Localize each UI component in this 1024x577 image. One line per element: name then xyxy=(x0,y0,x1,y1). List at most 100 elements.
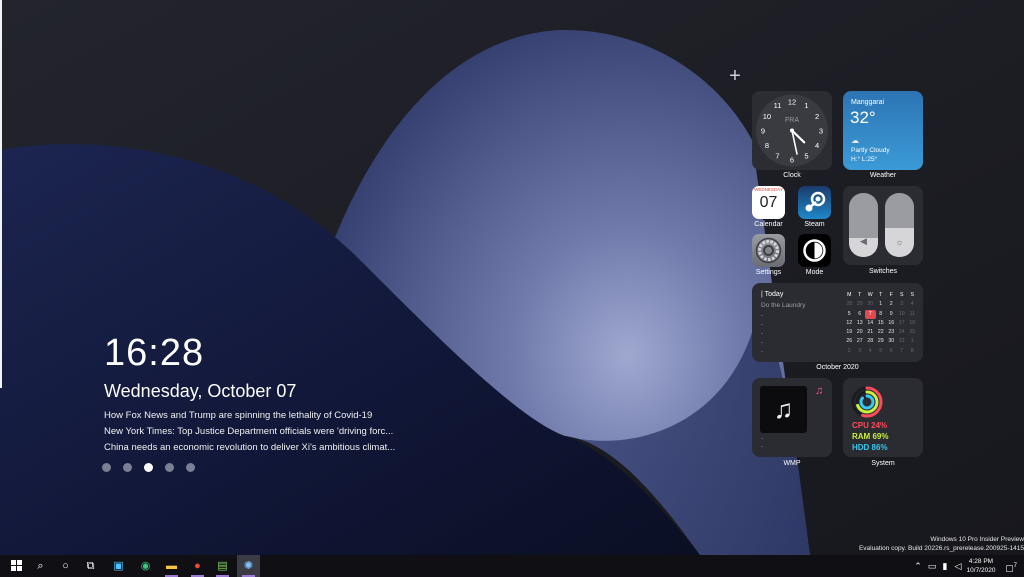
calendar-day-cell[interactable]: 8 xyxy=(876,310,887,319)
calendar-day-cell[interactable]: 20 xyxy=(855,328,866,337)
calendar-day-cell[interactable]: 1 xyxy=(907,337,918,346)
calendar-day-cell[interactable]: 30 xyxy=(865,300,876,309)
calendar-day-cell[interactable]: 14 xyxy=(865,319,876,328)
calendar-empty-slot: - xyxy=(761,349,763,355)
page-dot-active[interactable] xyxy=(144,463,153,472)
calendar-day-cell[interactable]: 23 xyxy=(886,328,897,337)
cortana-button[interactable]: ○ xyxy=(54,555,77,577)
tray-app-icon[interactable]: ▭ xyxy=(926,555,938,577)
weekday-header: T xyxy=(858,292,862,298)
calendar-day-cell[interactable]: 3 xyxy=(897,300,908,309)
calendar-day-cell[interactable]: 2 xyxy=(886,300,897,309)
speaker-icon: ◀ xyxy=(860,236,867,246)
music-app-icon: ♫ xyxy=(815,385,824,397)
brightness-slider[interactable]: ☼ xyxy=(885,193,914,257)
news-headline[interactable]: How Fox News and Trump are spinning the … xyxy=(104,410,372,421)
calendar-day-cell[interactable]: 5 xyxy=(876,347,887,356)
clock-widget[interactable]: 12 1 2 3 4 5 6 7 8 9 10 11 FRA xyxy=(752,91,832,170)
calendar-day-cell[interactable]: 28 xyxy=(844,300,855,309)
calendar-day-cell[interactable]: 10 xyxy=(897,310,908,319)
calendar-day-cell[interactable]: 4 xyxy=(865,347,876,356)
notification-count: 7 xyxy=(1013,563,1017,569)
clock-numeral: 3 xyxy=(819,126,823,135)
calendar-today-cell[interactable]: 7 xyxy=(865,309,876,319)
calendar-day-cell[interactable]: 31 xyxy=(897,337,908,346)
calendar-day-cell[interactable]: 12 xyxy=(844,319,855,328)
weather-label: Weather xyxy=(869,172,897,179)
calendar-day-cell[interactable]: 18 xyxy=(907,319,918,328)
page-dot[interactable] xyxy=(123,463,132,472)
news-headline[interactable]: China needs an economic revolution to de… xyxy=(104,442,395,453)
settings-app-icon[interactable] xyxy=(752,234,785,267)
add-widget-button[interactable]: + xyxy=(726,66,744,86)
page-dot[interactable] xyxy=(186,463,195,472)
calendar-day-cell[interactable]: 28 xyxy=(865,337,876,346)
calendar-day-cell[interactable]: 24 xyxy=(897,328,908,337)
calendar-day-cell[interactable]: 25 xyxy=(907,328,918,337)
start-button[interactable] xyxy=(5,555,28,577)
widget-app-taskbar-item[interactable]: ✺ xyxy=(237,555,260,577)
steam-icon xyxy=(805,191,826,212)
calendar-day-cell[interactable]: 4 xyxy=(907,300,918,309)
calendar-day-cell[interactable]: 7 xyxy=(897,347,908,356)
volume-slider[interactable]: ◀ xyxy=(849,193,878,257)
calendar-day-cell[interactable]: 21 xyxy=(865,328,876,337)
clock-numeral: 5 xyxy=(804,151,808,160)
calendar-day-cell[interactable]: 2 xyxy=(844,347,855,356)
steam-app-icon[interactable] xyxy=(798,186,831,219)
page-dot[interactable] xyxy=(165,463,174,472)
settings-app-label: Settings xyxy=(755,269,782,276)
calendar-day-cell[interactable]: 22 xyxy=(876,328,887,337)
calendar-day-cell[interactable]: 9 xyxy=(886,310,897,319)
big-date: Wednesday, October 07 xyxy=(104,381,297,401)
hdd-usage: HDD 86% xyxy=(852,443,888,452)
weather-city: Manggarai xyxy=(851,99,885,106)
clock-numeral: 11 xyxy=(774,101,782,110)
calendar-day-cell[interactable]: 13 xyxy=(855,319,866,328)
calendar-app-icon[interactable]: WEDNESDAY 07 xyxy=(752,186,785,219)
display-icon: ▭ xyxy=(927,561,937,571)
system-label: System xyxy=(871,460,895,467)
calendar-day-cell[interactable]: 6 xyxy=(886,347,897,356)
calendar-day-cell[interactable]: 16 xyxy=(886,319,897,328)
calendar-day-cell[interactable]: 29 xyxy=(855,300,866,309)
page-dot[interactable] xyxy=(102,463,111,472)
calendar-day-cell[interactable]: 8 xyxy=(907,347,918,356)
calendar-day-cell[interactable]: 15 xyxy=(876,319,887,328)
clock-numeral: 6 xyxy=(790,155,794,164)
calendar-day-cell[interactable]: 27 xyxy=(855,337,866,346)
calendar-day-cell[interactable]: 3 xyxy=(855,347,866,356)
watermark-line: Evaluation copy. Build 20226.rs_prerelea… xyxy=(858,545,1024,552)
notepad-taskbar-item[interactable]: ▤ xyxy=(211,555,234,577)
tray-overflow-button[interactable]: ⌃ xyxy=(912,555,924,577)
edge-taskbar-item[interactable]: ◉ xyxy=(134,555,157,577)
calendar-day-cell[interactable]: 5 xyxy=(844,310,855,319)
chrome-taskbar-item[interactable]: ● xyxy=(186,555,209,577)
calendar-day-cell[interactable]: 17 xyxy=(897,319,908,328)
calendar-task[interactable]: Do the Laundry xyxy=(761,302,805,309)
calendar-day-cell[interactable]: 1 xyxy=(876,300,887,309)
calendar-day-cell[interactable]: 30 xyxy=(886,337,897,346)
clock-label: Clock xyxy=(783,172,801,179)
search-button[interactable]: ⌕ xyxy=(29,555,52,577)
gear-icon xyxy=(755,237,782,264)
calendar-day-cell[interactable]: 11 xyxy=(907,310,918,319)
notification-center-button[interactable]: ▢7 xyxy=(1003,555,1019,577)
taskbar-clock[interactable]: 4:28 PM 10/7/2020 xyxy=(958,557,1004,575)
weekday-header: S xyxy=(900,292,904,298)
news-headline[interactable]: New York Times: Top Justice Department o… xyxy=(104,426,393,437)
page-indicator xyxy=(102,463,195,472)
calendar-day-cell[interactable]: 19 xyxy=(844,328,855,337)
store-taskbar-item[interactable]: ▣ xyxy=(107,555,130,577)
mode-app-icon[interactable] xyxy=(798,234,831,267)
file-explorer-taskbar-item[interactable]: ▬ xyxy=(160,555,183,577)
calendar-empty-slot: - xyxy=(761,340,763,346)
calendar-day-cell[interactable]: 6 xyxy=(855,310,866,319)
calendar-day-cell[interactable]: 29 xyxy=(876,337,887,346)
task-view-button[interactable]: ⧉ xyxy=(79,555,102,577)
calendar-month-label: October 2020 xyxy=(816,364,859,371)
chevron-up-icon: ⌃ xyxy=(914,561,922,571)
folder-icon: ▬ xyxy=(166,560,177,572)
calendar-day-cell[interactable]: 26 xyxy=(844,337,855,346)
battery-button[interactable]: ▮ xyxy=(939,555,951,577)
